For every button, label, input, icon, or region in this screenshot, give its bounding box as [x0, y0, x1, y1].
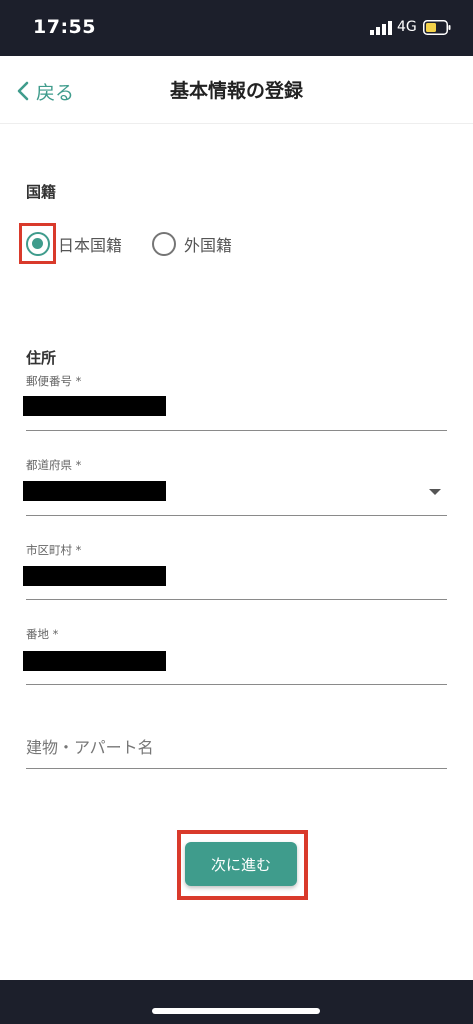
postal-code-redacted-value	[23, 396, 166, 416]
prefecture-label: 都道府県 *	[26, 458, 82, 472]
highlight-annotation-radio	[19, 223, 56, 264]
highlight-annotation-button	[177, 830, 308, 900]
prefecture-select[interactable]: 都道府県 *	[23, 457, 447, 516]
address-section-title: 住所	[26, 349, 57, 367]
building-name-field[interactable]: 建物・アパート名	[26, 730, 447, 769]
bottom-bar	[0, 980, 473, 1024]
status-time: 17:55	[33, 16, 96, 38]
nationality-section-title: 国籍	[26, 183, 57, 201]
caret-down-icon	[429, 489, 441, 495]
street-number-label: 番地 *	[26, 627, 59, 641]
postal-code-label: 郵便番号 *	[26, 374, 82, 388]
battery-low-icon	[423, 20, 451, 35]
postal-code-field[interactable]: 郵便番号 *	[23, 373, 447, 431]
prefecture-redacted-value	[23, 481, 166, 501]
home-indicator[interactable]	[152, 1008, 320, 1014]
city-field[interactable]: 市区町村 *	[23, 542, 447, 600]
navigation-bar: 戻る 基本情報の登録	[0, 56, 473, 124]
street-number-field[interactable]: 番地 *	[23, 626, 447, 685]
radio-unchecked-icon	[152, 232, 177, 256]
radio-label-foreign: 外国籍	[184, 236, 233, 255]
building-name-placeholder: 建物・アパート名	[26, 738, 154, 757]
nationality-radio-group: 日本国籍 外国籍	[26, 228, 232, 260]
radio-foreign-nationality[interactable]: 外国籍	[152, 232, 232, 256]
page-title: 基本情報の登録	[169, 80, 303, 102]
radio-label-japanese: 日本国籍	[58, 236, 123, 255]
registration-screen: 17:55 4G 戻る 基本情報の登録 国籍 日本国籍 外国籍 住所 郵便番号 …	[0, 0, 473, 1024]
city-label: 市区町村 *	[26, 543, 82, 557]
street-number-redacted-value	[23, 651, 166, 671]
status-bar: 17:55 4G	[0, 0, 473, 56]
network-label: 4G	[397, 19, 417, 35]
city-redacted-value	[23, 566, 166, 586]
signal-bars-icon	[370, 21, 392, 35]
